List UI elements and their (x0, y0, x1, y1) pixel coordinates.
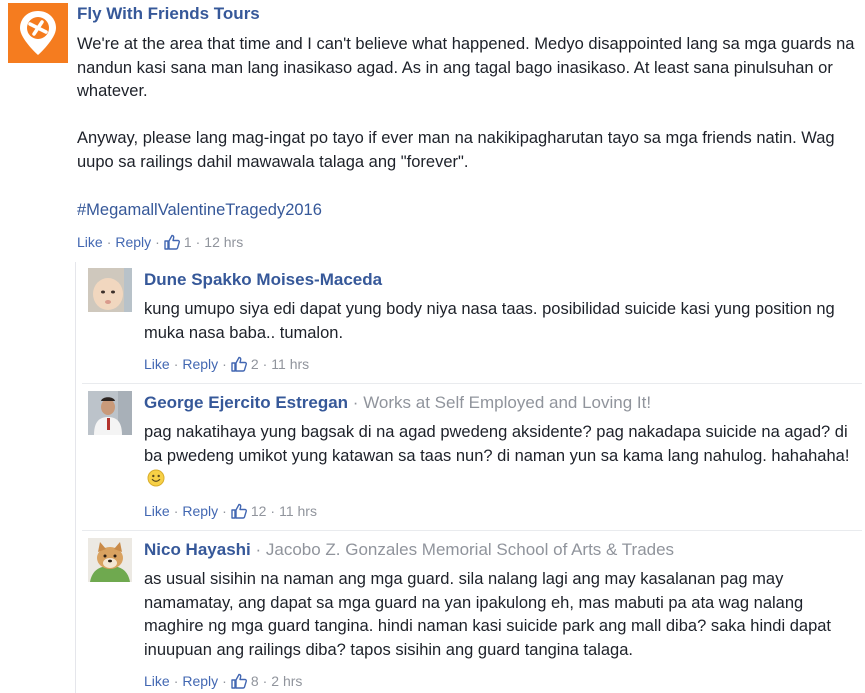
like-button[interactable]: Like (144, 503, 170, 519)
reply-actions: Like · Reply · 12 · 11 hrs (144, 503, 317, 519)
like-count[interactable]: 1 (184, 234, 192, 250)
separator-dot: · (173, 503, 179, 519)
profile-photo-man (88, 391, 132, 435)
reply-actions: Like · Reply · 8 · 2 hrs (144, 673, 302, 689)
avatar[interactable] (88, 538, 132, 582)
author-work-separator: · (250, 540, 266, 559)
like-count[interactable]: 2 (251, 356, 259, 372)
post-author[interactable]: Fly With Friends Tours (77, 4, 260, 24)
reply-text-wrap: pag nakatihaya yung bagsak di na agad pw… (144, 421, 858, 492)
separator-dot: · (173, 673, 179, 689)
reply-button[interactable]: Reply (182, 503, 218, 519)
like-button[interactable]: Like (144, 673, 170, 689)
reply-author[interactable]: George Ejercito Estregan (144, 393, 348, 412)
separator-dot: · (173, 356, 179, 372)
post-text-paragraph-2: Anyway, please lang mag-ingat po tayo if… (77, 129, 835, 171)
airplane-pin-logo-icon (20, 11, 56, 55)
like-button[interactable]: Like (144, 356, 170, 372)
timestamp[interactable]: 11 hrs (271, 356, 309, 372)
thumbs-up-icon[interactable] (231, 356, 247, 372)
reply-text: kung umupo siya edi dapat yung body niya… (144, 300, 835, 342)
separator-dot: · (222, 503, 227, 519)
separator-dot: · (222, 673, 227, 689)
post-text-paragraph-1: We're at the area that time and I can't … (77, 35, 855, 100)
reply-author[interactable]: Nico Hayashi (144, 540, 251, 559)
separator-dot: · (155, 234, 160, 250)
separator-dot: · (222, 356, 227, 372)
reply-text: pag nakatihaya yung bagsak di na agad pw… (144, 423, 850, 465)
separator-dot: · (195, 234, 201, 250)
reply-button[interactable]: Reply (115, 234, 151, 250)
separator-dot: · (106, 234, 112, 250)
thumbs-up-icon[interactable] (231, 503, 247, 519)
thumbs-up-icon[interactable] (231, 673, 247, 689)
smile-emoji-icon (147, 469, 165, 487)
avatar[interactable] (88, 391, 132, 435)
reply-button[interactable]: Reply (182, 673, 218, 689)
reply-author[interactable]: Dune Spakko Moises-Maceda (144, 270, 382, 290)
timestamp[interactable]: 2 hrs (271, 673, 302, 689)
divider (82, 530, 862, 531)
like-button[interactable]: Like (77, 234, 103, 250)
author-work-separator: · (348, 393, 364, 412)
separator-dot: · (262, 673, 268, 689)
profile-photo-baby (88, 268, 132, 312)
post-hashtag[interactable]: #MegamallValentineTragedy2016 (77, 201, 322, 220)
reply-text: as usual sisihin na naman ang mga guard.… (144, 570, 832, 659)
reply-author-line: Nico Hayashi · Jacobo Z. Gonzales Memori… (144, 540, 674, 560)
reply-thread-line (75, 262, 76, 693)
post-actions: Like · Reply · 1 · 12 hrs (77, 234, 243, 250)
separator-dot: · (262, 356, 268, 372)
like-count[interactable]: 8 (251, 673, 259, 689)
page-avatar[interactable] (8, 3, 68, 63)
reply-author-line: George Ejercito Estregan · Works at Self… (144, 393, 651, 413)
avatar[interactable] (88, 268, 132, 312)
thumbs-up-icon[interactable] (164, 234, 180, 250)
profile-photo-dog (88, 538, 132, 582)
reply-actions: Like · Reply · 2 · 11 hrs (144, 356, 309, 372)
divider (82, 383, 862, 384)
like-count[interactable]: 12 (251, 503, 267, 519)
author-work[interactable]: Works at Self Employed and Loving It! (363, 393, 651, 412)
reply-button[interactable]: Reply (182, 356, 218, 372)
timestamp[interactable]: 11 hrs (279, 503, 317, 519)
separator-dot: · (270, 503, 276, 519)
timestamp[interactable]: 12 hrs (204, 234, 243, 250)
author-work[interactable]: Jacobo Z. Gonzales Memorial School of Ar… (266, 540, 674, 559)
